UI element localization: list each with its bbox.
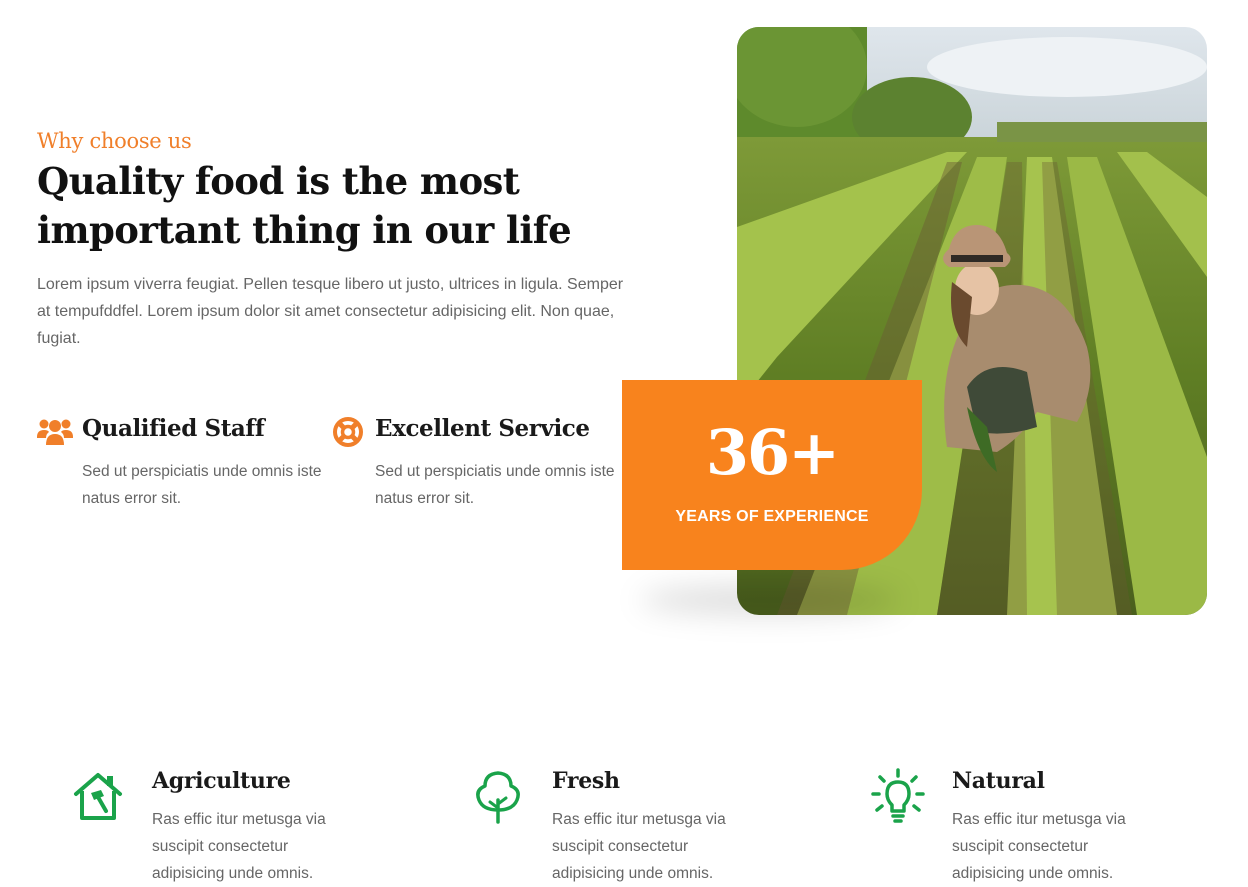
experience-stat-card: 36+ YEARS OF EXPERIENCE xyxy=(622,380,922,570)
section-headline: Quality food is the most important thing… xyxy=(37,157,637,255)
experience-label: YEARS OF EXPERIENCE xyxy=(675,508,869,525)
service-text: Ras effic itur metusga via suscipit cons… xyxy=(952,811,1126,882)
lifebuoy-icon xyxy=(330,415,366,449)
users-icon xyxy=(37,415,73,449)
headline-line-1: Quality food is the most xyxy=(37,159,520,203)
section-eyebrow: Why choose us xyxy=(37,129,192,153)
service-text: Ras effic itur metusga via suscipit cons… xyxy=(552,811,726,882)
service-title: Agriculture xyxy=(152,768,291,794)
service-title: Fresh xyxy=(552,768,620,794)
feature-text: Sed ut perspiciatis unde omnis iste natu… xyxy=(82,463,322,507)
feature-text: Sed ut perspiciatis unde omnis iste natu… xyxy=(375,463,615,507)
service-title: Natural xyxy=(952,768,1045,794)
headline-line-2: important thing in our life xyxy=(37,208,572,252)
tree-icon xyxy=(470,768,526,824)
experience-number: 36+ xyxy=(705,416,840,489)
feature-title: Qualified Staff xyxy=(82,415,265,442)
section-description: Lorem ipsum viverra feugiat. Pellen tesq… xyxy=(37,276,624,347)
service-text: Ras effic itur metusga via suscipit cons… xyxy=(152,811,326,882)
stat-card-shadow xyxy=(640,585,900,615)
home-hammer-icon xyxy=(70,768,126,824)
feature-title: Excellent Service xyxy=(375,415,590,442)
lightbulb-icon xyxy=(870,768,926,824)
